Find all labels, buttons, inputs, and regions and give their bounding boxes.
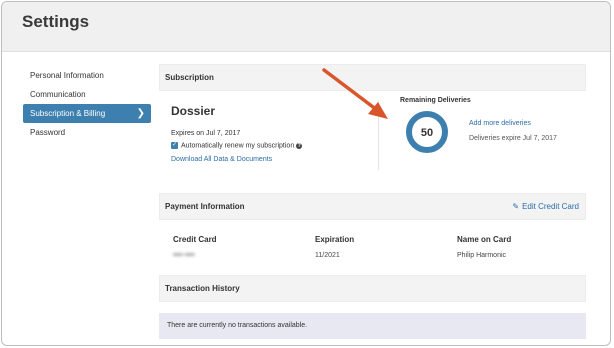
transaction-history-heading-text: Transaction History (165, 284, 240, 293)
edit-credit-card-link[interactable]: ✎ Edit Credit Card (512, 194, 579, 219)
edit-credit-card-label: Edit Credit Card (522, 202, 579, 211)
payment-panel: Payment Information ✎ Edit Credit Card Cr… (159, 193, 586, 273)
sidebar-item-subscription-billing[interactable]: Subscription & Billing ❯ (23, 104, 151, 123)
chevron-right-icon: ❯ (136, 108, 145, 119)
credit-card-number: •••• •••• (173, 252, 195, 259)
sidebar-item-label: Password (30, 128, 66, 137)
expiration-value: 11/2021 (315, 252, 340, 259)
add-more-deliveries-link[interactable]: Add more deliveries (469, 120, 531, 127)
subscription-heading-text: Subscription (165, 73, 214, 82)
auto-renew-checkbox[interactable]: ✓ (171, 142, 178, 149)
remaining-deliveries-label: Remaining Deliveries (400, 97, 471, 104)
plan-name: Dossier (171, 104, 216, 118)
divider (378, 100, 379, 170)
name-on-card-column: Name on Card Philip Harmonic (457, 235, 511, 259)
remaining-deliveries-donut: 50 (406, 111, 448, 153)
pencil-icon: ✎ (512, 202, 520, 211)
sidebar-item-password[interactable]: Password (23, 123, 151, 142)
expiration-column: Expiration 11/2021 (315, 235, 354, 259)
subscription-body: Dossier Expires on Jul 7, 2017 ✓ Automati… (159, 92, 586, 174)
subscription-expires: Expires on Jul 7, 2017 (171, 130, 241, 137)
payment-heading: Payment Information ✎ Edit Credit Card (159, 193, 586, 220)
name-on-card-header: Name on Card (457, 235, 512, 244)
transaction-history-heading: Transaction History (159, 275, 586, 302)
auto-renew-label: Automatically renew my subscription (181, 142, 295, 150)
sidebar-item-label: Subscription & Billing (30, 109, 106, 118)
credit-card-column: Credit Card •••• •••• (173, 235, 217, 259)
deliveries-expire-text: Deliveries expire Jul 7, 2017 (469, 135, 557, 142)
sidebar-item-communication[interactable]: Communication (23, 85, 151, 104)
sidebar: Personal Information Communication Subsc… (23, 66, 151, 142)
name-on-card-value: Philip Harmonic (457, 252, 507, 259)
expiration-header: Expiration (315, 235, 355, 244)
download-data-link[interactable]: Download All Data & Documents (171, 156, 272, 163)
transactions-empty-message: There are currently no transactions avai… (159, 313, 586, 339)
credit-card-header: Credit Card (173, 235, 217, 244)
subscription-heading: Subscription (159, 64, 586, 91)
help-icon[interactable]: ? (296, 142, 303, 149)
sidebar-item-label: Communication (30, 90, 86, 99)
sidebar-item-label: Personal Information (30, 71, 104, 80)
payment-body: Credit Card •••• •••• Expiration 11/2021… (159, 221, 586, 271)
remaining-deliveries-count: 50 (421, 127, 433, 139)
page-header: Settings (2, 2, 610, 52)
payment-heading-text: Payment Information (165, 202, 245, 211)
subscription-panel: Subscription Dossier Expires on Jul 7, 2… (159, 64, 586, 176)
page-title: Settings (22, 12, 90, 31)
sidebar-item-personal-information[interactable]: Personal Information (23, 66, 151, 85)
settings-window: Settings Personal Information Communicat… (1, 1, 611, 346)
transaction-history-panel: Transaction History There are currently … (159, 275, 586, 345)
auto-renew-row: ✓ Automatically renew my subscription? (171, 142, 303, 150)
